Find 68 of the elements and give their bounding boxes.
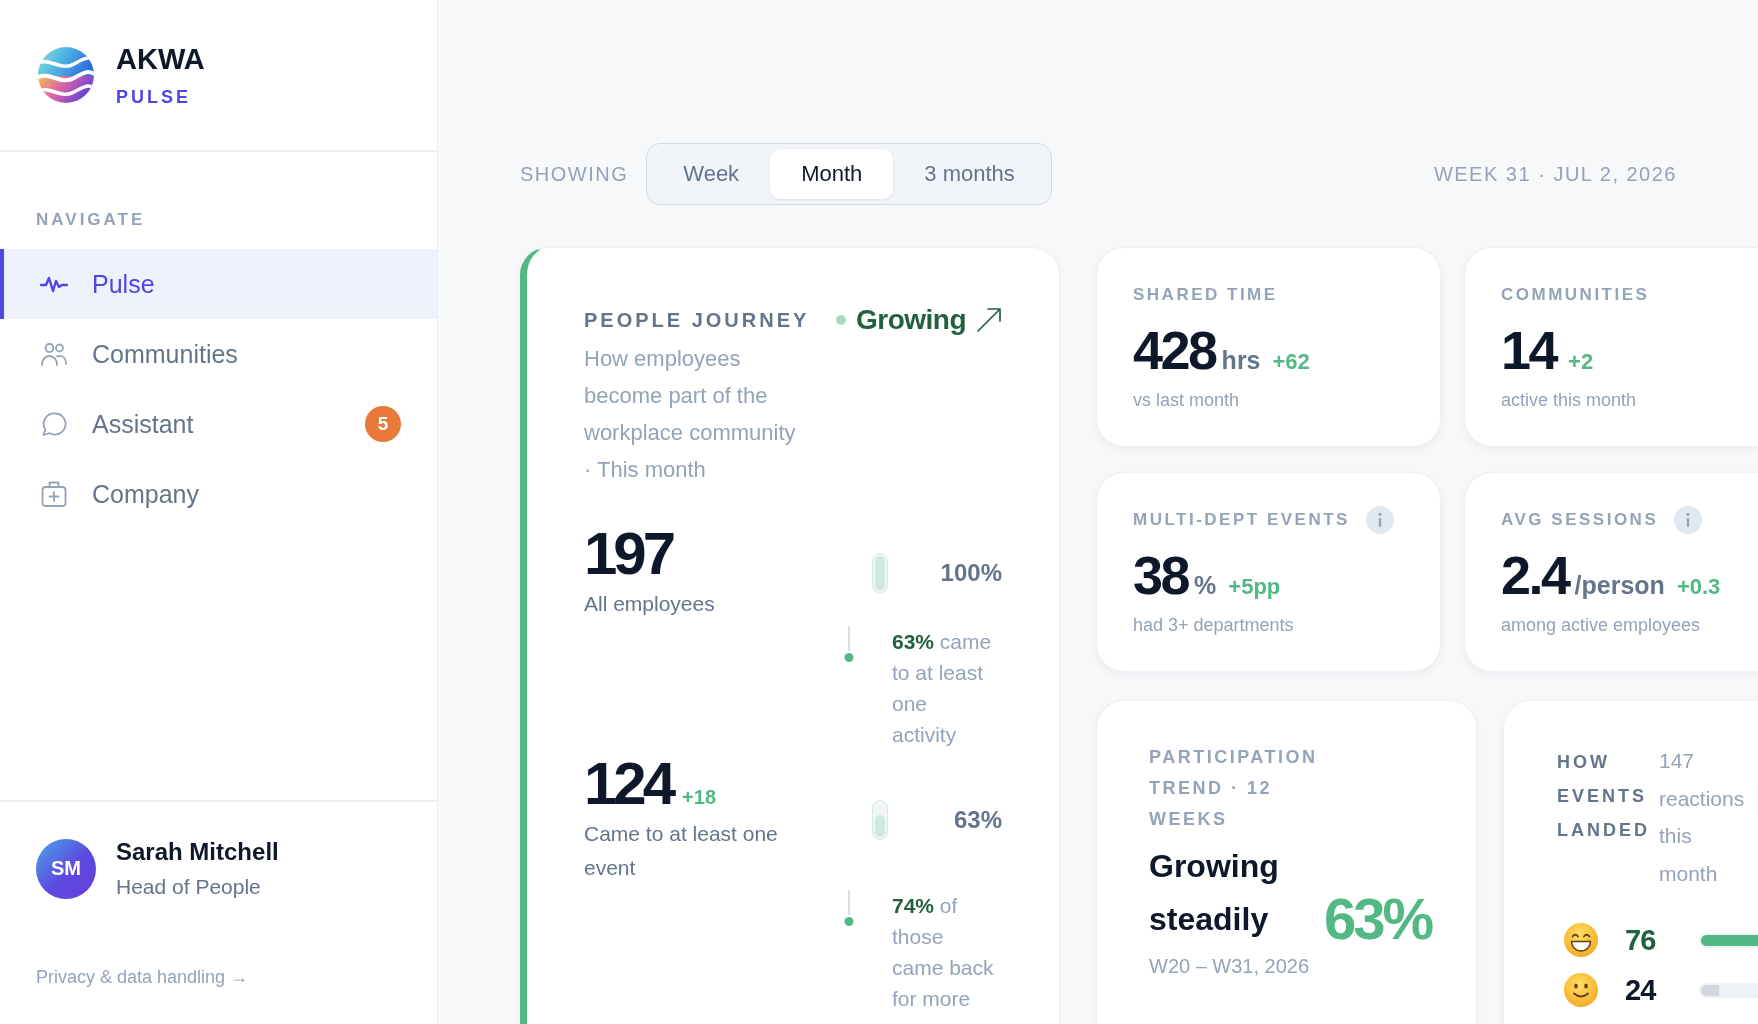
stat-value: 124 (584, 754, 673, 814)
metric-value: 38 (1133, 548, 1189, 602)
reactions-summary: 147 reactions this month (1659, 748, 1746, 887)
showing-label: SHOWING (520, 162, 629, 186)
nav-item[interactable]: Assistant 5 (0, 389, 437, 459)
metric-delta: +5pp (1228, 574, 1281, 600)
card-title: AVG SESSIONS (1501, 510, 1659, 530)
metric-value: 2.4 (1501, 548, 1569, 602)
card-title: HOW EVENTS LANDED (1557, 751, 1651, 842)
card-title: PEOPLE JOURNEY (584, 308, 810, 333)
nav-heading: NAVIGATE (36, 210, 146, 230)
metric-unit: % (1194, 571, 1217, 600)
stat-label: Came to at least one event (584, 821, 779, 881)
nav-item[interactable]: Communities (0, 319, 437, 389)
info-icon[interactable] (1365, 506, 1394, 534)
trend-percent: 63% (1324, 890, 1432, 948)
period-tab[interactable]: Week (652, 149, 771, 199)
metric-delta: +0.3 (1676, 574, 1721, 600)
percent-value: 100% (940, 558, 1002, 587)
stat-label: All employees (584, 591, 716, 617)
chat-bubble-icon (40, 410, 68, 438)
step-connector-icon (844, 890, 854, 926)
period-tab[interactable]: Month (770, 149, 894, 199)
card-title: SHARED TIME (1133, 285, 1278, 305)
step-connector-icon (844, 626, 854, 662)
date-range: W20 – W31, 2026 (1149, 954, 1311, 978)
card-title: PARTICIPATION TREND · 12 WEEKS (1149, 746, 1319, 831)
metric-unit: /person (1574, 571, 1665, 600)
metric-delta: +2 (1568, 349, 1594, 375)
percent-value: 63% (953, 805, 1002, 834)
stat-delta: +18 (682, 786, 717, 809)
product-name: PULSE (116, 87, 191, 106)
status-dot-icon (835, 315, 846, 325)
user-avatar: SM (36, 838, 96, 899)
trend-arrow-icon (976, 307, 1002, 333)
brand-name: AKWA (116, 44, 205, 74)
info-icon[interactable] (1674, 506, 1703, 534)
nav-item[interactable]: Company (0, 459, 437, 529)
user-role: Head of People (116, 875, 261, 899)
privacy-link[interactable]: Privacy & data handling → (36, 967, 249, 988)
stat-value: 197 (584, 524, 673, 584)
metric-unit: hrs (1221, 346, 1261, 375)
metric-caption: vs last month (1133, 389, 1241, 412)
logo-icon (36, 45, 96, 105)
conversion-text: 63% came to at least one activity (892, 629, 993, 748)
metric-delta: +62 (1272, 349, 1310, 375)
card-description: How employees become part of the workplace community · This month (584, 345, 797, 484)
nav-item[interactable]: Pulse (0, 249, 437, 319)
user-name: Sarah Mitchell (116, 838, 279, 866)
briefcase-plus-icon (40, 480, 68, 508)
metric-caption: had 3+ departments (1133, 614, 1295, 637)
conversion-text: 74% of those came back for more (892, 893, 995, 1012)
reaction-count: 24 (1625, 973, 1657, 1007)
trend-headline: Growing steadily (1149, 847, 1280, 939)
metric-value: 428 (1133, 323, 1216, 377)
metric-caption: active this month (1501, 389, 1638, 412)
metric-caption: among active employees (1501, 614, 1702, 637)
smiling-face-icon (1564, 973, 1598, 1007)
date-label: WEEK 31 · JUL 2, 2026 (1433, 162, 1677, 186)
reaction-count: 76 (1625, 923, 1657, 957)
grinning-face-icon (1564, 923, 1598, 957)
card-title: COMMUNITIES (1501, 285, 1650, 305)
metric-value: 14 (1501, 323, 1557, 377)
status-label: Growing (855, 304, 966, 336)
unread-count-badge: 5 (365, 406, 401, 442)
people-icon (40, 340, 68, 368)
period-tab[interactable]: 3 months (893, 149, 1046, 199)
card-title: MULTI-DEPT EVENTS (1133, 510, 1350, 530)
